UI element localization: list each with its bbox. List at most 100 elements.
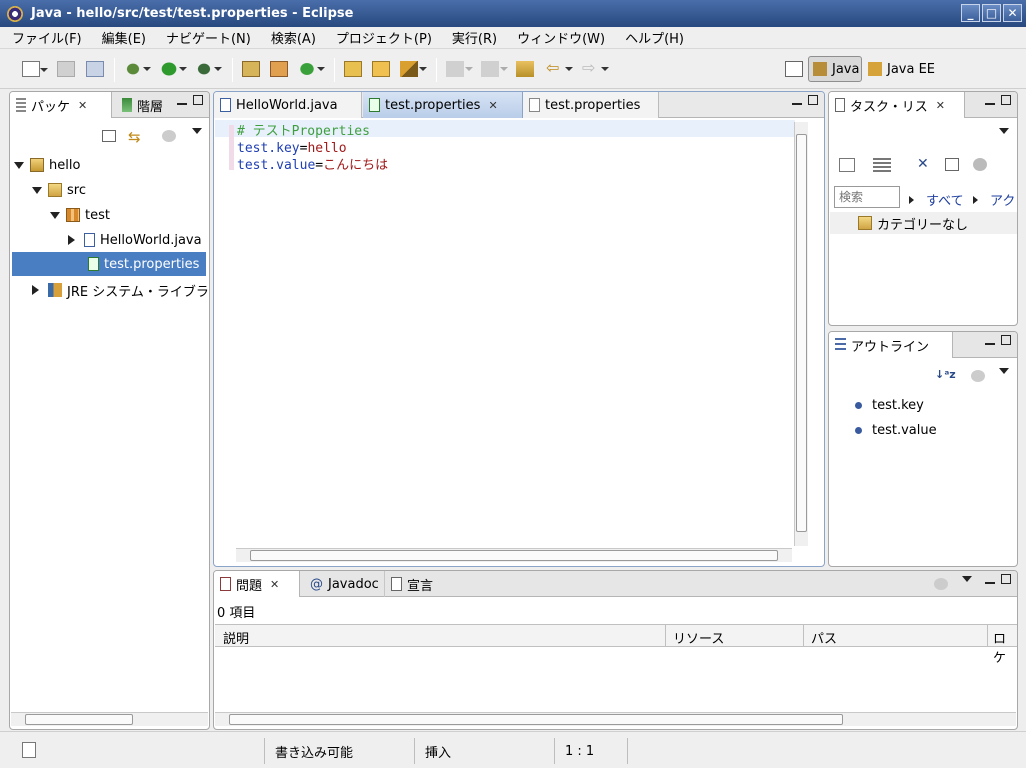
- link-with-editor-icon[interactable]: ⇆: [128, 128, 141, 146]
- close-icon[interactable]: ✕: [78, 99, 87, 112]
- horizontal-scrollbar[interactable]: [11, 712, 208, 726]
- tree-item-project[interactable]: hello: [14, 154, 80, 176]
- collapse-all-icon[interactable]: [945, 158, 959, 171]
- editor-horizontal-scrollbar[interactable]: [236, 548, 792, 562]
- editor-vertical-scrollbar[interactable]: [794, 122, 808, 546]
- tab-test-properties[interactable]: test.properties: [523, 92, 659, 118]
- task-search-input[interactable]: [834, 186, 900, 208]
- task-filter-all[interactable]: すべて: [909, 190, 964, 209]
- prev-annotation-icon[interactable]: [481, 61, 508, 77]
- tree-item-src[interactable]: src: [32, 179, 86, 201]
- tab-problems[interactable]: 問題 ✕: [214, 571, 300, 597]
- maximize-icon[interactable]: [808, 95, 818, 105]
- tab-test-properties-active[interactable]: test.properties ✕: [363, 92, 523, 118]
- view-menu-icon[interactable]: [999, 128, 1009, 139]
- menu-navigate[interactable]: ナビゲート(N): [154, 28, 259, 47]
- tab-declaration[interactable]: 宣言: [384, 571, 440, 597]
- expanded-icon[interactable]: [32, 187, 42, 199]
- tab-hierarchy[interactable]: 階層: [116, 92, 172, 118]
- menu-run[interactable]: 実行(R): [440, 28, 505, 47]
- view-menu-dots-icon[interactable]: [162, 130, 176, 142]
- editor-text[interactable]: # テストProperties test.key=hello test.valu…: [237, 123, 388, 174]
- print-icon[interactable]: [86, 61, 104, 77]
- minimize-icon[interactable]: [177, 102, 187, 105]
- menu-help[interactable]: ヘルプ(H): [613, 28, 692, 47]
- maximize-button[interactable]: □: [982, 4, 1001, 22]
- tab-outline[interactable]: アウトライン: [829, 332, 953, 358]
- view-menu-dots-icon[interactable]: [934, 578, 948, 590]
- javaee-perspective-button[interactable]: Java EE: [868, 56, 935, 82]
- properties-file-icon: [88, 257, 99, 271]
- menu-project[interactable]: プロジェクト(P): [324, 28, 440, 47]
- tree-item-properties-file[interactable]: test.properties: [12, 252, 206, 276]
- menu-window[interactable]: ウィンドウ(W): [505, 28, 613, 47]
- last-edit-icon[interactable]: [516, 61, 534, 77]
- synchronize-icon[interactable]: [973, 158, 987, 171]
- view-menu-icon[interactable]: [999, 368, 1009, 379]
- minimize-button[interactable]: _: [961, 4, 980, 22]
- categorize-icon[interactable]: [873, 158, 891, 172]
- problems-view: 問題 ✕ @ Javadoc 宣言 0 項目 説明 リソース パス ロケ: [213, 570, 1018, 730]
- tab-javadoc[interactable]: @ Javadoc: [304, 571, 384, 597]
- new-icon[interactable]: [22, 61, 48, 77]
- run-icon[interactable]: [160, 61, 187, 77]
- column-header-resource[interactable]: リソース: [673, 628, 724, 647]
- open-perspective-icon[interactable]: [785, 61, 803, 77]
- filter-completed-icon[interactable]: ✕: [917, 156, 929, 172]
- java-perspective-button[interactable]: Java: [808, 56, 862, 82]
- debug-icon[interactable]: [124, 61, 151, 77]
- column-header-description[interactable]: 説明: [223, 628, 249, 647]
- task-filter-active[interactable]: アク: [973, 190, 1015, 209]
- next-annotation-icon[interactable]: [446, 61, 473, 77]
- open-folder-icon[interactable]: [372, 61, 390, 77]
- collapse-all-icon[interactable]: [102, 130, 116, 142]
- close-icon[interactable]: ✕: [270, 578, 279, 591]
- expanded-icon[interactable]: [14, 162, 24, 174]
- problems-horizontal-scrollbar[interactable]: [215, 712, 1016, 726]
- search-tool-icon[interactable]: [400, 61, 427, 77]
- expanded-icon[interactable]: [50, 212, 60, 224]
- view-menu-dots-icon[interactable]: [971, 370, 985, 382]
- tree-item-jre[interactable]: JRE システム・ライブラ: [32, 279, 209, 301]
- column-header-location[interactable]: ロケ: [993, 628, 1017, 666]
- forward-icon[interactable]: ⇨: [582, 60, 609, 77]
- task-category-row[interactable]: カテゴリーなし: [830, 212, 1017, 234]
- sort-icon[interactable]: ↓ᵃz: [935, 368, 956, 381]
- open-type-icon[interactable]: [344, 61, 362, 77]
- close-icon[interactable]: ✕: [488, 99, 497, 112]
- menu-file[interactable]: ファイル(F): [0, 28, 90, 47]
- maximize-icon[interactable]: [193, 95, 203, 105]
- maximize-icon[interactable]: [1001, 95, 1011, 105]
- close-icon[interactable]: ✕: [936, 99, 945, 112]
- tree-item-package[interactable]: test: [50, 204, 110, 226]
- new-package-icon[interactable]: [270, 61, 288, 77]
- tab-helloworld-java[interactable]: HelloWorld.java: [214, 92, 362, 118]
- minimize-icon[interactable]: [792, 102, 802, 105]
- view-menu-icon[interactable]: [192, 128, 202, 139]
- collapsed-icon[interactable]: [68, 235, 80, 245]
- back-icon[interactable]: ⇦: [546, 60, 573, 77]
- menu-edit[interactable]: 編集(E): [90, 28, 154, 47]
- tab-package-explorer[interactable]: パッケ ✕: [10, 92, 112, 118]
- external-tools-icon[interactable]: [195, 61, 222, 77]
- minimize-icon[interactable]: [985, 342, 995, 345]
- new-java-project-icon[interactable]: [242, 61, 260, 77]
- outline-item[interactable]: test.key: [855, 394, 924, 416]
- collapsed-icon[interactable]: [32, 285, 44, 295]
- minimize-icon[interactable]: [985, 102, 995, 105]
- save-icon[interactable]: [57, 61, 75, 77]
- outline-item[interactable]: test.value: [855, 419, 937, 441]
- column-header-path[interactable]: パス: [811, 628, 837, 647]
- maximize-icon[interactable]: [1001, 335, 1011, 345]
- menu-search[interactable]: 検索(A): [259, 28, 324, 47]
- new-class-icon[interactable]: [298, 61, 325, 77]
- declaration-icon: [391, 577, 402, 591]
- view-menu-icon[interactable]: [962, 576, 972, 587]
- tree-item-java-file[interactable]: HelloWorld.java: [68, 229, 202, 251]
- new-task-icon[interactable]: [839, 158, 855, 172]
- maximize-icon[interactable]: [1001, 574, 1011, 584]
- minimize-icon[interactable]: [985, 581, 995, 584]
- tab-task-list[interactable]: タスク・リス ✕: [829, 92, 965, 118]
- close-button[interactable]: ✕: [1003, 4, 1022, 22]
- fast-view-icon[interactable]: [22, 742, 36, 758]
